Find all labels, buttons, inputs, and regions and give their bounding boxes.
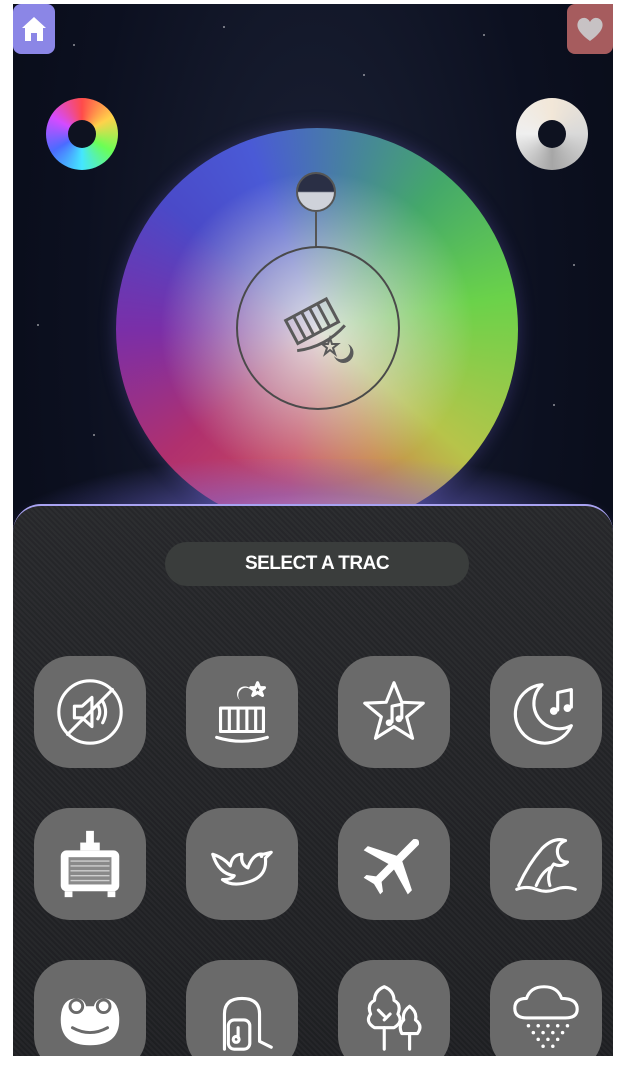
background-star <box>223 26 225 28</box>
track-lullaby-crib-button[interactable] <box>186 656 298 768</box>
track-tv-static-button[interactable] <box>34 808 146 920</box>
track-no-sound-button[interactable] <box>34 656 146 768</box>
panel-title: SELECT A TRAC <box>165 542 469 586</box>
white-ring-button[interactable] <box>516 98 588 170</box>
track-airplane-button[interactable] <box>338 808 450 920</box>
background-star <box>483 34 485 36</box>
color-ring-button[interactable] <box>46 98 118 170</box>
background-star <box>573 264 575 266</box>
background-star <box>73 44 75 46</box>
crib-icon <box>215 681 269 743</box>
heart-icon <box>577 17 603 41</box>
background-star <box>553 404 555 406</box>
vacuum-icon <box>222 996 273 1051</box>
moon-note-icon <box>513 683 573 745</box>
background-star <box>363 74 365 76</box>
track-moon-music-button[interactable] <box>490 656 602 768</box>
app-screen: SELECT A TRAC <box>13 4 613 1056</box>
track-frog-button[interactable] <box>34 960 146 1056</box>
home-button[interactable] <box>13 4 55 54</box>
trees-icon <box>366 985 422 1051</box>
favorite-button[interactable] <box>567 4 613 54</box>
bird-icon <box>211 850 273 886</box>
crib-moon-star-icon <box>283 296 354 363</box>
track-star-music-button[interactable] <box>338 656 450 768</box>
background-star <box>93 434 95 436</box>
wave-icon <box>515 838 577 893</box>
track-ocean-wave-button[interactable] <box>490 808 602 920</box>
brightness-knob[interactable] <box>296 172 336 212</box>
track-select-panel: SELECT A TRAC <box>13 504 613 1056</box>
track-vacuum-button[interactable] <box>186 960 298 1056</box>
wheel-center-button[interactable] <box>236 246 400 410</box>
track-forest-button[interactable] <box>338 960 450 1056</box>
frog-icon <box>60 998 120 1046</box>
knob-stem <box>315 212 317 248</box>
home-icon <box>22 17 46 41</box>
star-note-icon <box>363 681 425 740</box>
airplane-icon <box>363 838 420 895</box>
background-star <box>37 324 39 326</box>
tv-icon <box>60 830 120 898</box>
rain-cloud-icon <box>513 985 579 1048</box>
track-rain-button[interactable] <box>490 960 602 1056</box>
track-bird-button[interactable] <box>186 808 298 920</box>
sound-off-icon <box>57 679 123 745</box>
